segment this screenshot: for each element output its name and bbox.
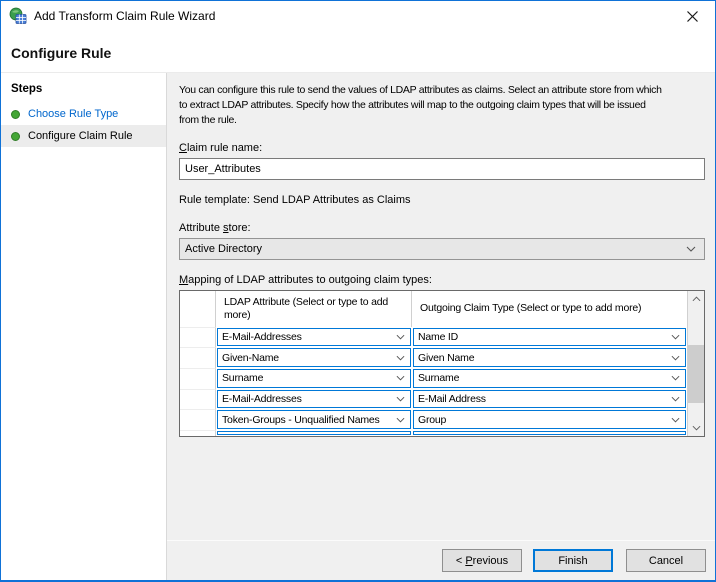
- mapping-table-label: Mapping of LDAP attributes to outgoing c…: [179, 274, 706, 286]
- wizard-footer: < Previous Finish Cancel: [167, 540, 715, 580]
- row-selector[interactable]: [180, 409, 216, 430]
- chevron-down-icon: [396, 355, 410, 361]
- attribute-store-select[interactable]: Active Directory: [179, 238, 705, 260]
- ldap-attribute-column-header: LDAP Attribute (Select or type to add mo…: [216, 291, 412, 327]
- title-bar[interactable]: Add Transform Claim Rule Wizard: [1, 1, 715, 31]
- chevron-down-icon: [671, 334, 685, 340]
- outgoing-claim-select[interactable]: Given Name: [413, 348, 686, 367]
- row-selector[interactable]: [180, 327, 216, 348]
- page-title: Configure Rule: [11, 45, 715, 61]
- chevron-down-icon: [671, 375, 685, 381]
- row-selector-column-header: [180, 291, 216, 327]
- rule-description-text: You can configure this rule to send the …: [179, 83, 706, 128]
- mapping-table: LDAP Attribute (Select or type to add mo…: [179, 290, 705, 437]
- table-scrollbar[interactable]: [687, 291, 704, 436]
- mapping-row: Token-Groups - Unqualified Names Group: [180, 409, 687, 430]
- ldap-attribute-select[interactable]: E-Mail-Addresses: [217, 328, 411, 347]
- row-selector[interactable]: [180, 347, 216, 368]
- ldap-attribute-select[interactable]: Token-Groups - Unqualified Names: [217, 410, 411, 429]
- steps-sidebar: Steps Choose Rule Type Configure Claim R…: [1, 73, 167, 580]
- step-label: Choose Rule Type: [28, 108, 118, 120]
- ldap-attribute-value: E-Mail-Addresses: [222, 331, 302, 343]
- scrollbar-thumb[interactable]: [688, 345, 704, 403]
- focus-dotted-line: [222, 434, 410, 435]
- steps-heading: Steps: [1, 79, 166, 103]
- ldap-attribute-value: Token-Groups - Unqualified Names: [222, 414, 380, 426]
- ldap-attribute-value: Given-Name: [222, 352, 279, 364]
- attribute-store-value: Active Directory: [185, 243, 262, 255]
- chevron-down-icon: [396, 334, 410, 340]
- ldap-attribute-select[interactable]: Given-Name: [217, 348, 411, 367]
- chevron-down-icon: [692, 425, 701, 431]
- claim-rule-name-label: Claim rule name:: [179, 142, 706, 154]
- outgoing-claim-value: Group: [418, 414, 446, 426]
- mapping-row: E-Mail-Addresses Name ID: [180, 327, 687, 348]
- outgoing-claim-value: E-Mail Address: [418, 393, 486, 405]
- ldap-attribute-value: Surname: [222, 372, 263, 384]
- outgoing-claim-value: Surname: [418, 372, 459, 384]
- adfs-app-icon: [9, 7, 27, 25]
- page-header: Configure Rule: [1, 31, 715, 73]
- chevron-down-icon: [396, 417, 410, 423]
- wizard-content: You can configure this rule to send the …: [167, 73, 715, 540]
- attribute-store-label: Attribute store:: [179, 222, 706, 234]
- outgoing-claim-select[interactable]: Surname: [413, 369, 686, 388]
- ldap-attribute-value: E-Mail-Addresses: [222, 393, 302, 405]
- sidebar-item-choose-rule-type[interactable]: Choose Rule Type: [1, 103, 166, 125]
- outgoing-claim-select[interactable]: Name ID: [413, 328, 686, 347]
- mapping-table-header: LDAP Attribute (Select or type to add mo…: [180, 291, 687, 327]
- scrollbar-track[interactable]: [688, 307, 704, 420]
- mapping-new-row-partial: [180, 430, 687, 436]
- row-selector[interactable]: [180, 389, 216, 410]
- mapping-row: Surname Surname: [180, 368, 687, 389]
- chevron-down-icon: [671, 355, 685, 361]
- ldap-attribute-select[interactable]: Surname: [217, 369, 411, 388]
- close-icon: [687, 11, 698, 22]
- scroll-down-button[interactable]: [688, 420, 704, 436]
- mapping-row: E-Mail-Addresses E-Mail Address: [180, 389, 687, 410]
- claim-rule-name-input[interactable]: [179, 158, 705, 180]
- chevron-down-icon: [671, 417, 685, 423]
- scroll-up-button[interactable]: [688, 291, 704, 307]
- chevron-down-icon: [671, 396, 685, 402]
- step-complete-icon: [11, 132, 20, 141]
- wizard-window: Add Transform Claim Rule Wizard Configur…: [0, 0, 716, 582]
- outgoing-claim-select[interactable]: E-Mail Address: [413, 390, 686, 409]
- cancel-button[interactable]: Cancel: [626, 549, 706, 572]
- outgoing-claim-select[interactable]: Group: [413, 410, 686, 429]
- finish-button[interactable]: Finish: [533, 549, 613, 572]
- ldap-attribute-select[interactable]: E-Mail-Addresses: [217, 390, 411, 409]
- rule-template-text: Rule template: Send LDAP Attributes as C…: [179, 194, 706, 206]
- step-complete-icon: [11, 110, 20, 119]
- row-selector[interactable]: [180, 368, 216, 389]
- row-selector[interactable]: [180, 430, 216, 436]
- chevron-up-icon: [692, 296, 701, 302]
- chevron-down-icon: [686, 246, 704, 252]
- chevron-down-icon: [396, 375, 410, 381]
- outgoing-claim-value: Name ID: [418, 331, 458, 343]
- mapping-row: Given-Name Given Name: [180, 347, 687, 368]
- outgoing-claim-select[interactable]: [413, 431, 686, 435]
- step-label: Configure Claim Rule: [28, 130, 133, 142]
- previous-button[interactable]: < Previous: [442, 549, 522, 572]
- outgoing-claim-column-header: Outgoing Claim Type (Select or type to a…: [412, 291, 687, 327]
- ldap-attribute-select[interactable]: [217, 431, 411, 435]
- outgoing-claim-value: Given Name: [418, 352, 474, 364]
- chevron-down-icon: [396, 396, 410, 402]
- close-button[interactable]: [670, 1, 715, 31]
- sidebar-item-configure-claim-rule[interactable]: Configure Claim Rule: [1, 125, 166, 147]
- window-title: Add Transform Claim Rule Wizard: [34, 9, 215, 23]
